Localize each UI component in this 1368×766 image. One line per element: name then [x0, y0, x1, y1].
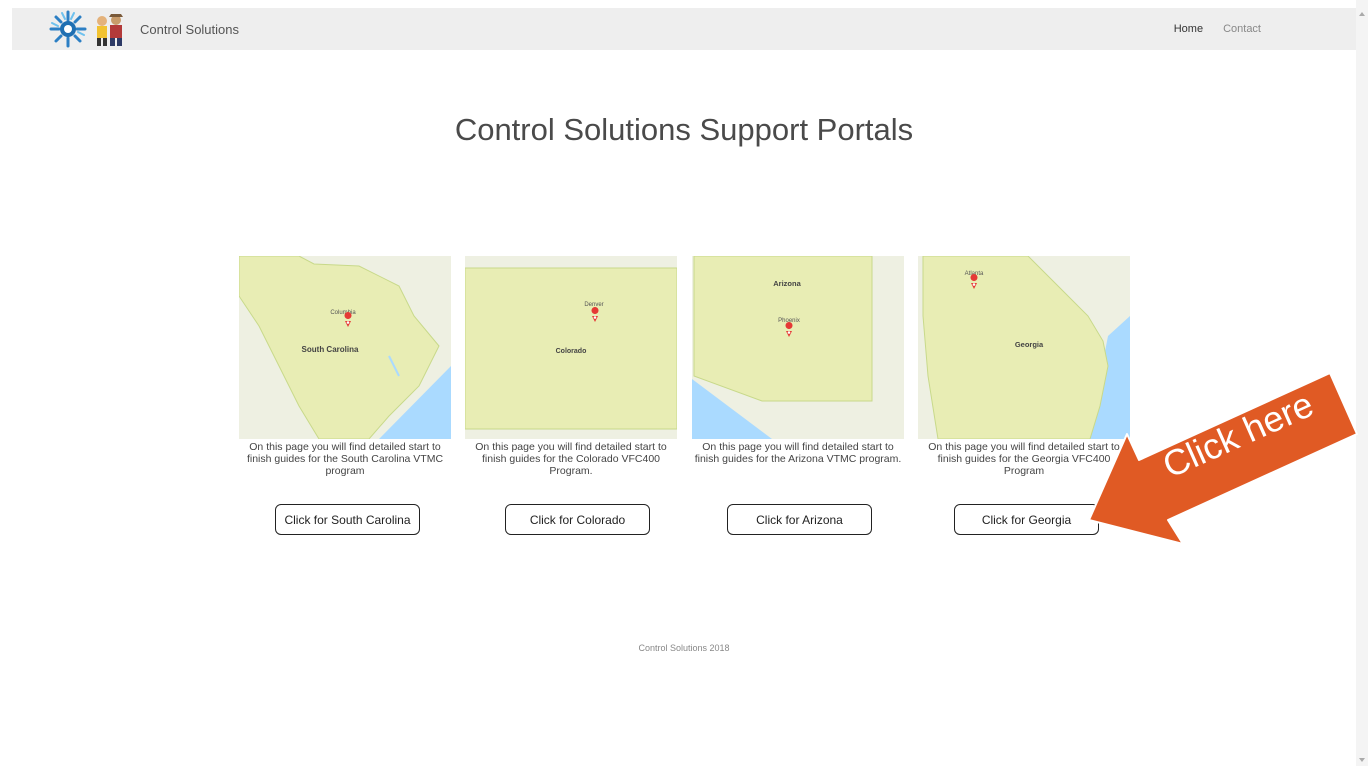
- brand-name: Control Solutions: [140, 21, 239, 37]
- map-state-label: Colorado: [556, 348, 587, 355]
- map-state-label: Georgia: [1015, 340, 1044, 349]
- card-south-carolina: Columbia South Carolina On this page you…: [239, 256, 451, 535]
- south-carolina-map[interactable]: Columbia South Carolina: [239, 256, 451, 439]
- kids-logo-icon: [97, 14, 123, 46]
- map-city-label: Denver: [584, 302, 603, 308]
- page-title: Control Solutions Support Portals: [454, 112, 914, 147]
- arizona-button[interactable]: Click for Arizona: [727, 504, 872, 535]
- georgia-button[interactable]: Click for Georgia: [954, 504, 1099, 535]
- brand[interactable]: Control Solutions: [48, 8, 239, 50]
- south-carolina-button[interactable]: Click for South Carolina: [275, 504, 420, 535]
- nav-home-link[interactable]: Home: [1174, 23, 1203, 35]
- card-description: On this page you will find detailed star…: [694, 441, 902, 465]
- colorado-map[interactable]: Denver Colorado: [465, 256, 677, 439]
- footer-text: Control Solutions 2018: [638, 643, 730, 653]
- map-city-label: Columbia: [330, 310, 356, 316]
- scroll-up-arrow-icon[interactable]: [1359, 12, 1365, 16]
- scroll-down-arrow-icon[interactable]: [1359, 758, 1365, 762]
- colorado-button[interactable]: Click for Colorado: [505, 504, 650, 535]
- map-state-label: South Carolina: [302, 345, 359, 354]
- snowflake-sun-logo-icon: [49, 10, 87, 48]
- nav-links: Home Contact: [1174, 8, 1261, 50]
- nav-contact-link[interactable]: Contact: [1223, 23, 1261, 35]
- map-state-label: Arizona: [773, 279, 801, 288]
- click-here-callout-arrow[interactable]: Click here: [1085, 368, 1360, 546]
- card-description: On this page you will find detailed star…: [475, 441, 667, 477]
- card-colorado: Denver Colorado On this page you will fi…: [465, 256, 677, 535]
- card-arizona: Arizona Phoenix On this page you will fi…: [692, 256, 904, 535]
- arizona-map[interactable]: Arizona Phoenix: [692, 256, 904, 439]
- card-description: On this page you will find detailed star…: [246, 441, 444, 477]
- navbar: Control Solutions Home Contact: [12, 8, 1356, 50]
